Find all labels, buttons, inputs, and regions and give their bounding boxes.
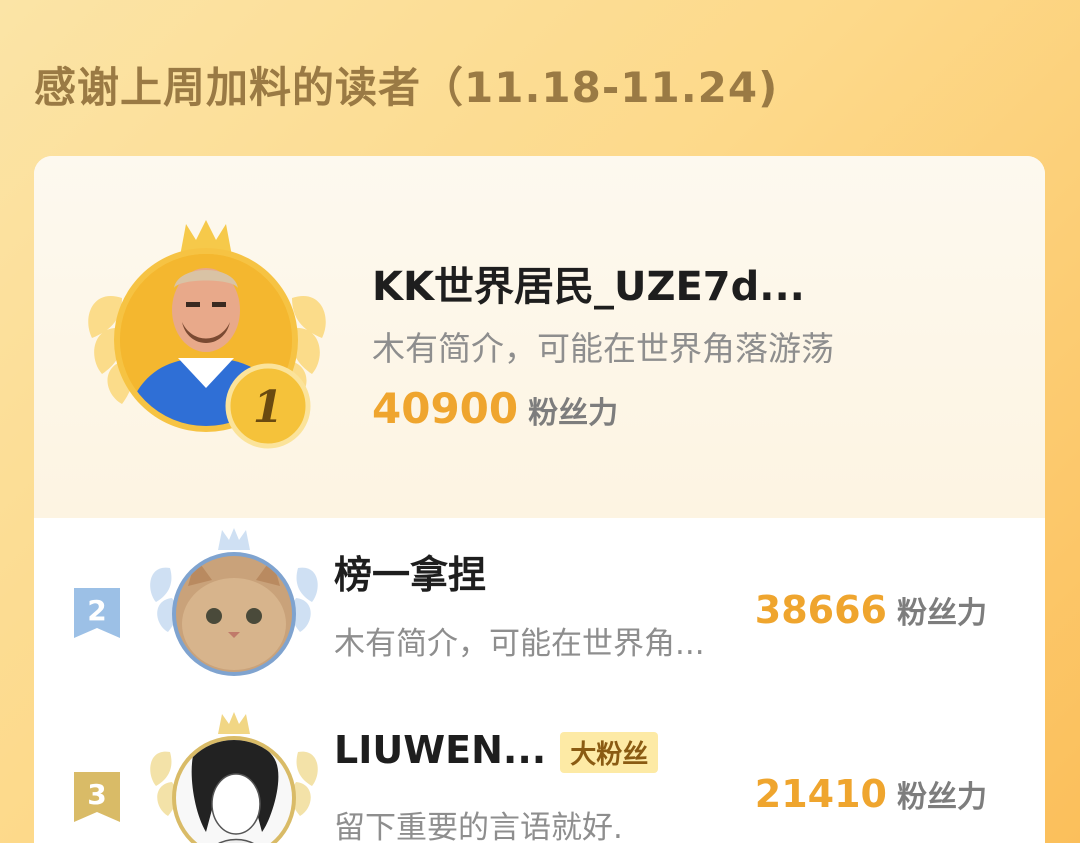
crown-icon [218, 528, 250, 550]
champion-score-unit: 粉丝力 [528, 396, 619, 431]
rank-3-bio: 留下重要的言语就好. [334, 810, 623, 843]
rank-2-score-unit: 粉丝力 [897, 596, 987, 631]
leaderboard-card: 1 KK世界居民_UZE7d... 木有简介，可能在世界角落游荡 40900 粉丝… [34, 156, 1045, 843]
rank-3-score-value: 21410 [754, 772, 887, 816]
rank-2-badge: 2 [70, 586, 124, 640]
rank-2-avatar[interactable] [144, 528, 324, 678]
rank-2-score-value: 38666 [754, 588, 887, 632]
leaderboard-row-3[interactable]: 3 LIUWEN... 大粉丝 留下重要的言语就好. 21410 粉丝力 [34, 712, 1045, 843]
rank-2-bio: 木有简介，可能在世界角... [334, 626, 705, 662]
champion-score-value: 40900 [372, 384, 519, 433]
fan-level-badge: 大粉丝 [560, 732, 659, 773]
champion-section[interactable]: 1 KK世界居民_UZE7d... 木有简介，可能在世界角落游荡 40900 粉丝… [34, 156, 1045, 518]
rank-3-label: 3 [87, 778, 106, 811]
champion-avatar[interactable]: 1 [82, 218, 332, 458]
leaderboard-row-2[interactable]: 2 榜一拿捏 木有简介，可能在世界角... 38666 粉丝力 [34, 528, 1045, 688]
champion-score: 40900 粉丝力 [372, 384, 618, 433]
rank-3-name[interactable]: LIUWEN... 大粉丝 [334, 728, 659, 773]
champion-bio: 木有简介，可能在世界角落游荡 [372, 329, 834, 368]
rank-2-name[interactable]: 榜一拿捏 [334, 544, 486, 599]
rank-2-score: 38666 粉丝力 [755, 588, 987, 632]
rank-3-name-text: LIUWEN... [334, 728, 547, 772]
rank-3-avatar[interactable] [144, 712, 324, 843]
crown-icon [218, 712, 250, 734]
rank-2-label: 2 [87, 594, 106, 627]
champion-name[interactable]: KK世界居民_UZE7d... [372, 254, 805, 312]
rank-3-badge: 3 [70, 770, 124, 824]
rank-3-score-unit: 粉丝力 [897, 780, 987, 815]
page-heading: 感谢上周加料的读者（11.18-11.24) [34, 63, 779, 112]
rank-1-label: 1 [253, 382, 284, 433]
rank-3-score: 21410 粉丝力 [755, 772, 987, 816]
